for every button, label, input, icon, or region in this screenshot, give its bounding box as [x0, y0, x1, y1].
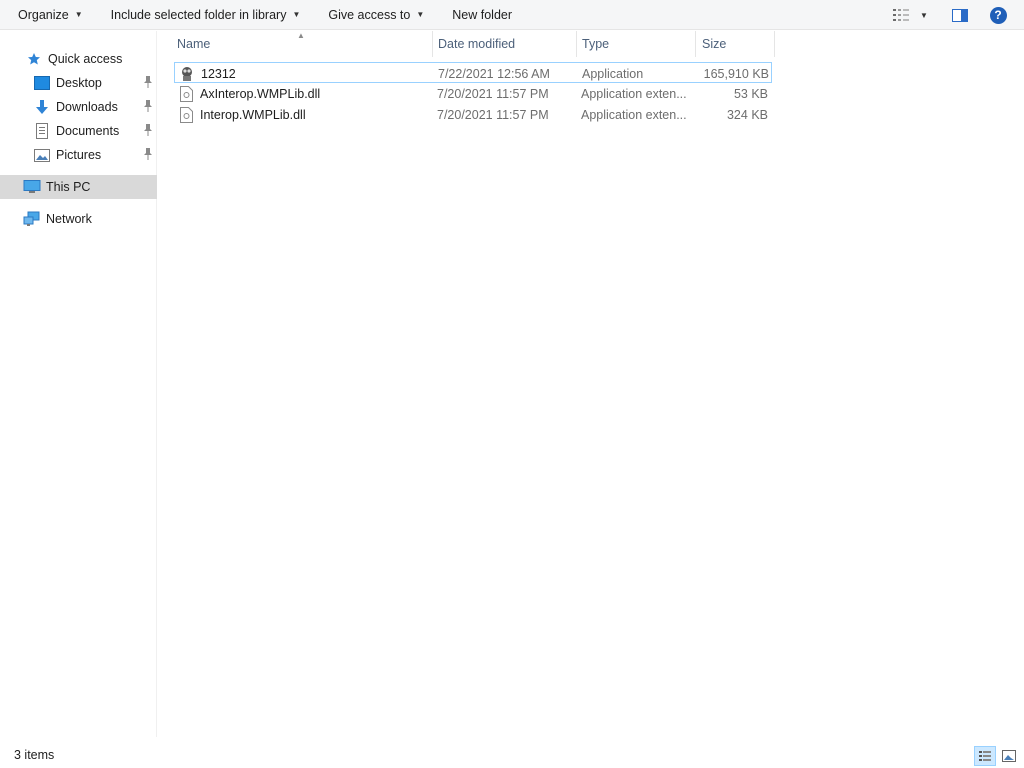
give-access-label: Give access to: [328, 7, 411, 22]
include-in-library-button[interactable]: Include selected folder in library ▼: [101, 0, 311, 30]
file-date: 7/20/2021 11:57 PM: [437, 107, 549, 122]
column-header-date-modified[interactable]: Date modified: [432, 31, 576, 57]
nav-item-this-pc[interactable]: This PC: [0, 175, 157, 199]
file-row[interactable]: 12312 7/22/2021 12:56 AM Application 165…: [174, 62, 772, 83]
details-view-button[interactable]: [974, 746, 996, 766]
file-row[interactable]: AxInterop.WMPLib.dll 7/20/2021 11:57 PM …: [174, 83, 772, 104]
navigation-pane: Quick access Desktop Downloads Documents…: [0, 31, 157, 737]
nav-label: Quick access: [48, 52, 123, 66]
item-count: 3 items: [14, 748, 55, 762]
file-type: Application: [582, 66, 644, 81]
give-access-button[interactable]: Give access to ▼: [318, 0, 434, 30]
file-date: 7/20/2021 11:57 PM: [437, 86, 549, 101]
nav-label: Downloads: [56, 100, 118, 114]
nav-item-downloads[interactable]: Downloads: [0, 95, 157, 119]
nav-label: Desktop: [56, 76, 102, 90]
pin-icon[interactable]: [142, 123, 154, 137]
nav-label: Documents: [56, 124, 120, 138]
chevron-down-icon: ▼: [292, 10, 301, 19]
file-size: 165,910 KB: [703, 66, 769, 81]
file-type: Application exten...: [581, 107, 687, 122]
nav-item-quick-access[interactable]: Quick access: [0, 47, 157, 71]
nav-label: Pictures: [56, 148, 102, 162]
computer-icon: [23, 178, 41, 196]
application-icon: [179, 66, 195, 82]
network-icon: [23, 210, 41, 228]
help-icon: ?: [989, 6, 1007, 24]
downloads-icon: [33, 98, 51, 116]
large-icons-view-button[interactable]: [998, 746, 1020, 766]
details-view-icon: [979, 751, 991, 761]
column-size-label: Size: [702, 37, 727, 51]
column-header-type[interactable]: Type: [576, 31, 695, 57]
include-in-library-label: Include selected folder in library: [110, 7, 287, 22]
nav-item-network[interactable]: Network: [0, 207, 157, 231]
column-header-name[interactable]: Name: [171, 31, 431, 57]
file-list: ▲ Name Date modified Type Size 12312 7/2…: [158, 31, 1024, 737]
desktop-icon: [33, 74, 51, 92]
nav-item-desktop[interactable]: Desktop: [0, 71, 157, 95]
preview-pane-icon: [952, 8, 968, 22]
pin-icon[interactable]: [142, 99, 154, 113]
nav-label: This PC: [46, 180, 91, 194]
column-type-label: Type: [582, 37, 610, 51]
column-header-size[interactable]: Size: [696, 31, 774, 57]
nav-item-pictures[interactable]: Pictures: [0, 143, 157, 167]
column-name-label: Name: [177, 37, 211, 51]
preview-pane-button[interactable]: [950, 0, 970, 30]
details-view-icon: [893, 9, 909, 21]
file-row[interactable]: Interop.WMPLib.dll 7/20/2021 11:57 PM Ap…: [174, 104, 772, 125]
documents-icon: [33, 122, 51, 140]
column-divider[interactable]: [774, 31, 775, 57]
chevron-down-icon: ▼: [416, 10, 425, 19]
large-icons-view-icon: [1002, 750, 1016, 762]
file-date: 7/22/2021 12:56 AM: [438, 66, 550, 81]
star-icon: [25, 50, 43, 68]
pictures-icon: [33, 146, 51, 164]
dll-file-icon: [178, 85, 194, 102]
help-button[interactable]: ?: [988, 0, 1008, 30]
file-type: Application exten...: [581, 86, 687, 101]
pin-icon[interactable]: [142, 75, 154, 89]
dll-file-icon: [178, 106, 194, 123]
status-bar: 3 items: [0, 742, 1024, 768]
chevron-down-icon: ▼: [74, 10, 83, 19]
command-bar: Organize ▼ Include selected folder in li…: [0, 0, 1024, 30]
pin-icon[interactable]: [142, 147, 154, 161]
organize-label: Organize: [18, 7, 69, 22]
chevron-down-icon[interactable]: ▼: [920, 11, 928, 20]
file-name: Interop.WMPLib.dll: [200, 107, 306, 122]
nav-item-documents[interactable]: Documents: [0, 119, 157, 143]
file-name: AxInterop.WMPLib.dll: [200, 86, 321, 101]
new-folder-button[interactable]: New folder: [442, 0, 522, 30]
nav-label: Network: [46, 212, 92, 226]
organize-button[interactable]: Organize ▼: [0, 0, 93, 30]
change-view-button[interactable]: ▼: [892, 0, 936, 30]
file-name: 12312: [201, 66, 236, 81]
file-size: 53 KB: [733, 86, 768, 101]
new-folder-label: New folder: [452, 7, 513, 22]
column-date-label: Date modified: [438, 37, 516, 51]
file-size: 324 KB: [726, 107, 768, 122]
